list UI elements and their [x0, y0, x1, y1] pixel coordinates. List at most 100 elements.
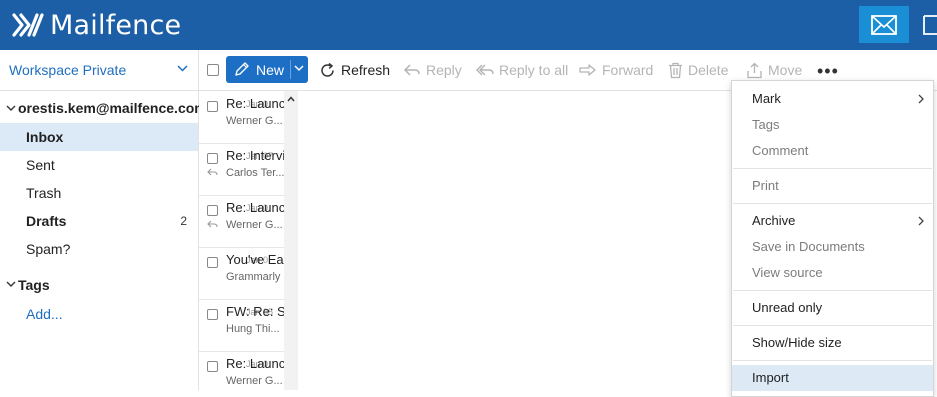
- menu-item-save-in-documents[interactable]: Save in Documents: [732, 234, 933, 260]
- chevron-down-icon[interactable]: [6, 281, 16, 288]
- delete-label: Delete: [688, 62, 729, 78]
- menu-item-label: Mark: [752, 91, 781, 106]
- message-subject: Re: Launc: [226, 96, 284, 111]
- message-sender: Hung Thi...: [226, 323, 280, 335]
- menu-item-label: Comment: [752, 143, 809, 158]
- message-subject: Re: Launc: [226, 356, 284, 371]
- message-subject: FW: Re: S: [226, 304, 284, 319]
- folder-inbox[interactable]: Inbox: [0, 123, 198, 151]
- refresh-button[interactable]: Refresh: [319, 61, 390, 79]
- message-checkbox[interactable]: [207, 101, 218, 112]
- folder-sent[interactable]: Sent: [0, 151, 198, 179]
- more-actions-button[interactable]: •••: [817, 61, 839, 82]
- message-subject: You've Ear: [226, 252, 284, 267]
- reply-button[interactable]: Reply: [403, 61, 462, 79]
- brand-name: Mailfence: [50, 9, 182, 41]
- menu-item-tags[interactable]: Tags: [732, 112, 933, 138]
- tags-heading: Tags: [18, 277, 50, 293]
- move-button[interactable]: Move: [746, 61, 802, 79]
- menu-item-comment[interactable]: Comment: [732, 138, 933, 164]
- reply-all-label: Reply to all: [499, 62, 569, 78]
- menu-item-print[interactable]: Print: [732, 173, 933, 199]
- mailfence-logo[interactable]: Mailfence: [12, 8, 181, 42]
- reply-all-icon: [476, 64, 494, 76]
- message-checkbox[interactable]: [207, 205, 218, 216]
- folder-sidebar: Workspace Private orestis.kem@mailfence.…: [0, 50, 207, 390]
- message-row[interactable]: Jan 0 Re: Launc Werner G...: [199, 195, 284, 248]
- message-sender: Carlos Ter...: [226, 167, 284, 179]
- forward-label: Forward: [602, 62, 654, 78]
- menu-item-view-source[interactable]: View source: [732, 260, 933, 286]
- menu-item-mark[interactable]: Mark: [732, 86, 933, 112]
- reply-icon: [403, 64, 420, 76]
- menu-item-import[interactable]: Import: [732, 365, 933, 391]
- replied-icon: [207, 168, 218, 176]
- message-row[interactable]: Jan 07 Re: Intervi Carlos Ter...: [199, 143, 284, 196]
- move-label: Move: [768, 62, 803, 78]
- menu-divider: [733, 203, 932, 204]
- message-checkbox[interactable]: [207, 309, 218, 320]
- drafts-count: 2: [180, 214, 187, 228]
- reply-label: Reply: [426, 62, 462, 78]
- mailfence-logo-icon: [12, 13, 44, 37]
- top-bar: Mailfence: [0, 0, 937, 50]
- refresh-icon: [321, 62, 334, 77]
- envelope-icon: [871, 14, 897, 35]
- folder-label: Inbox: [26, 129, 64, 145]
- folder-drafts[interactable]: Drafts 2: [0, 207, 198, 235]
- tags-tree-node[interactable]: Tags: [0, 275, 198, 295]
- message-row[interactable]: Jan 0 Re: Launc Werner G...: [199, 91, 284, 144]
- message-list-scrollbar[interactable]: [284, 91, 298, 390]
- menu-item-archive[interactable]: Archive: [732, 208, 933, 234]
- account-email: orestis.kem@mailfence.com: [18, 100, 207, 116]
- folder-trash[interactable]: Trash: [0, 179, 198, 207]
- menu-divider: [733, 290, 932, 291]
- menu-item-label: Print: [752, 178, 779, 193]
- move-icon: [747, 62, 762, 78]
- menu-item-unread-only[interactable]: Unread only: [732, 295, 933, 321]
- account-tree-node[interactable]: orestis.kem@mailfence.com: [0, 99, 207, 119]
- message-checkbox[interactable]: [207, 257, 218, 268]
- delete-button[interactable]: Delete: [668, 61, 728, 79]
- message-subject: Re: Launc: [226, 200, 284, 215]
- new-label: New: [256, 62, 285, 78]
- menu-item-label: Unread only: [752, 300, 823, 315]
- mail-app-button[interactable]: [859, 6, 909, 43]
- replied-icon: [207, 220, 218, 228]
- workspace-selector[interactable]: Workspace Private: [0, 50, 198, 91]
- new-message-button[interactable]: New: [226, 56, 308, 83]
- more-actions-menu: Mark Tags Comment Print Archive Save in …: [731, 80, 934, 397]
- workspace-label: Workspace Private: [9, 62, 127, 78]
- message-list: Jan 0 Re: Launc Werner G... Jan 07 Re: I…: [199, 91, 284, 390]
- reply-all-button[interactable]: Reply to all: [476, 61, 568, 79]
- menu-divider: [733, 325, 932, 326]
- trash-icon: [669, 62, 682, 78]
- forward-button[interactable]: Forward: [579, 61, 653, 79]
- divider: [290, 60, 291, 79]
- chevron-up-icon[interactable]: [287, 96, 295, 102]
- folder-label: Trash: [26, 185, 62, 201]
- message-checkbox[interactable]: [207, 153, 218, 164]
- chevron-right-icon: [918, 216, 924, 226]
- menu-divider: [733, 168, 932, 169]
- add-tag-link[interactable]: Add...: [26, 306, 63, 322]
- chevron-down-icon[interactable]: [6, 105, 16, 112]
- chevron-down-icon[interactable]: [294, 65, 304, 72]
- pencil-icon: [235, 62, 249, 76]
- folder-spam[interactable]: Spam?: [0, 235, 198, 263]
- message-row[interactable]: Jan 0 You've Ear Grammarly: [199, 247, 284, 300]
- menu-item-label: Import: [752, 370, 789, 385]
- chevron-right-icon: [918, 94, 924, 104]
- menu-item-show-hide-size[interactable]: Show/Hide size: [732, 330, 933, 356]
- menu-item-label: View source: [752, 265, 823, 280]
- message-row[interactable]: Jan 0 Re: Launc Werner G...: [199, 351, 284, 390]
- documents-app-icon[interactable]: [921, 8, 937, 42]
- menu-item-label: Archive: [752, 213, 796, 228]
- menu-item-label: Save in Documents: [752, 239, 865, 254]
- message-row[interactable]: Jan 05 FW: Re: S Hung Thi...: [199, 299, 284, 352]
- select-all-checkbox[interactable]: [207, 64, 219, 76]
- refresh-label: Refresh: [341, 62, 391, 78]
- message-sender: Werner G...: [226, 375, 283, 387]
- menu-item-label: Tags: [752, 117, 780, 132]
- message-checkbox[interactable]: [207, 361, 218, 372]
